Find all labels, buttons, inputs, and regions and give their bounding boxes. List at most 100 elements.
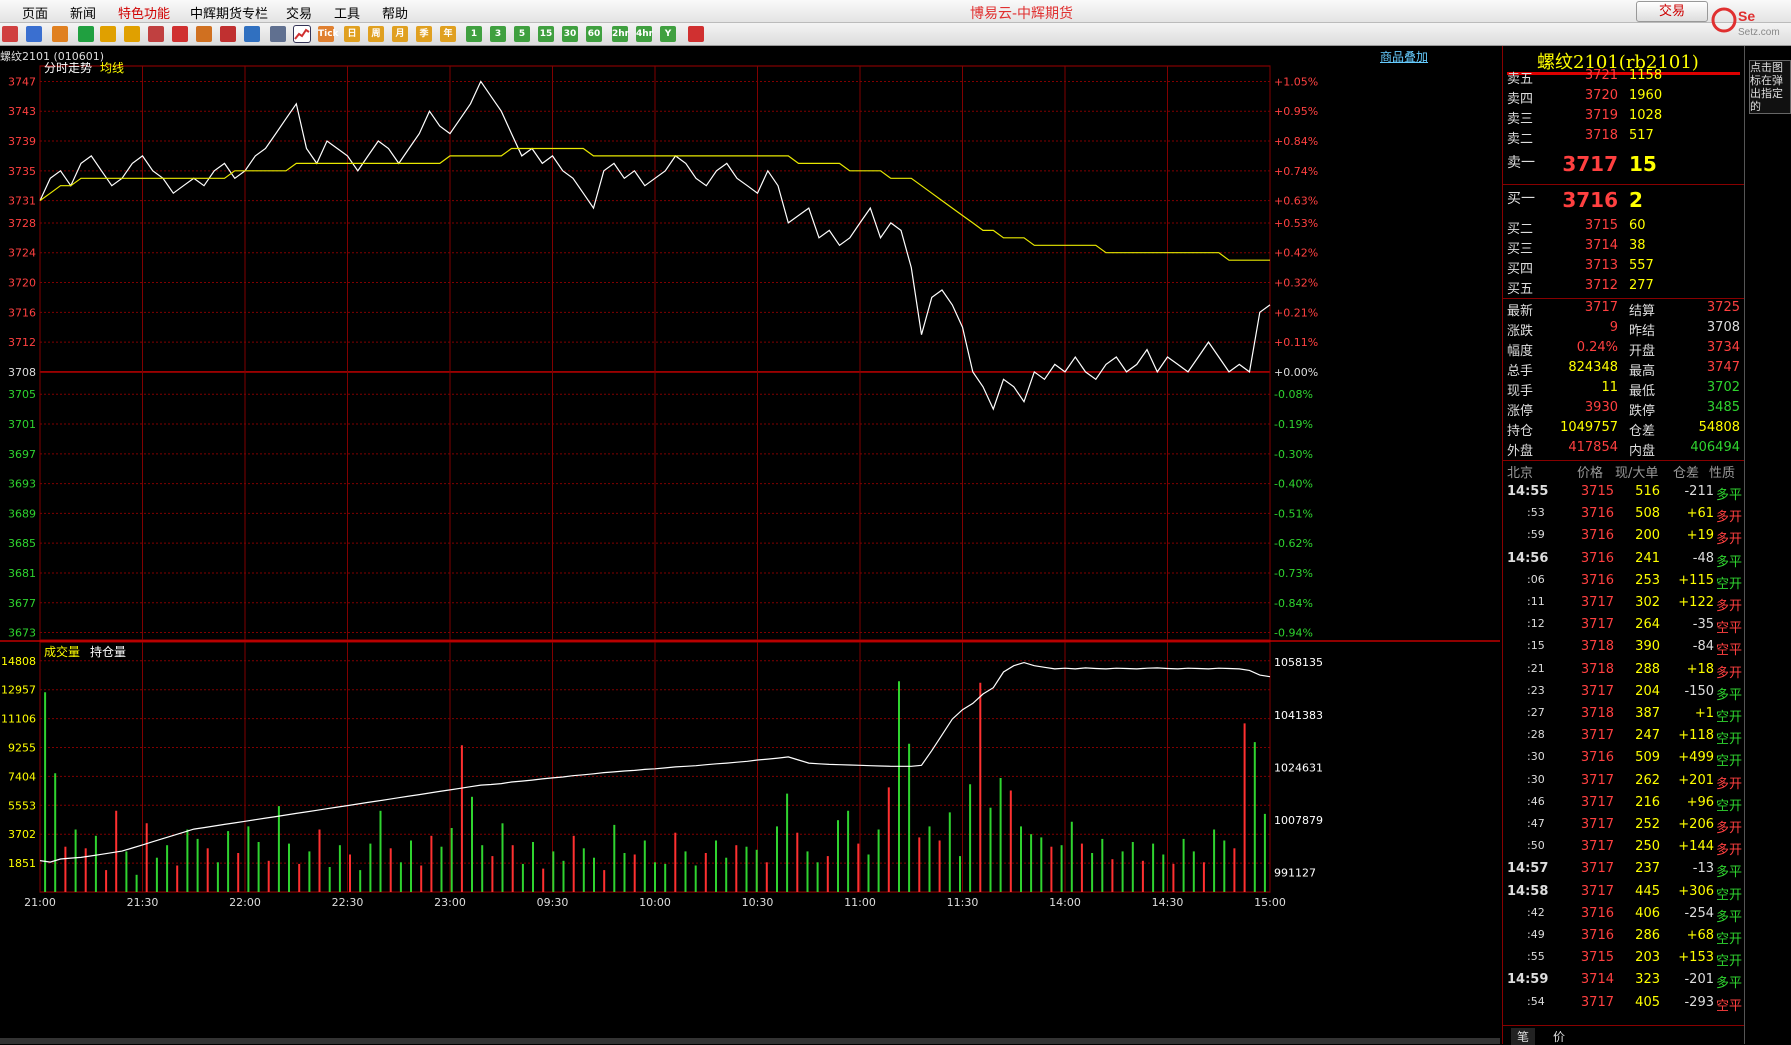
week-icon[interactable]: 周 bbox=[368, 26, 384, 42]
tick-row[interactable]: :23 3717 204 -150 多平 bbox=[1503, 684, 1744, 706]
tick-row[interactable]: :55 3715 203 +153 空开 bbox=[1503, 950, 1744, 972]
tick-oi-change: +19 bbox=[1686, 528, 1714, 544]
custom-period-icon[interactable]: Y bbox=[660, 26, 676, 42]
tick-row[interactable]: :46 3717 216 +96 空开 bbox=[1503, 795, 1744, 817]
sidebar-tip[interactable]: 点击图标在弹出指定的 bbox=[1749, 60, 1791, 114]
ask-row-4[interactable]: 卖四 3720 1960 bbox=[1503, 88, 1744, 108]
tick-volume: 250 bbox=[1635, 839, 1660, 855]
tick-row[interactable]: :15 3718 390 -84 空平 bbox=[1503, 639, 1744, 661]
menu-item-3[interactable]: 中辉期货专栏 bbox=[190, 3, 268, 22]
tick-row[interactable]: :54 3717 405 -293 空平 bbox=[1503, 995, 1744, 1017]
tick-row[interactable]: :47 3717 252 +206 多开 bbox=[1503, 817, 1744, 839]
intraday-chart[interactable]: 3747 +1.05% 3743 +0.95% 3739 +0.84% 3735 +0.74%… bbox=[0, 62, 1500, 1038]
price-tick-label: 3712 bbox=[8, 336, 36, 349]
tick-row[interactable]: :49 3716 286 +68 空开 bbox=[1503, 928, 1744, 950]
calendar-icon[interactable] bbox=[688, 26, 704, 42]
tick-row[interactable]: :12 3717 264 -35 空平 bbox=[1503, 617, 1744, 639]
ask-row-1[interactable]: 卖一 3717 15 bbox=[1503, 152, 1744, 176]
4hr-icon[interactable]: 4hr bbox=[636, 26, 653, 42]
bid-row-3[interactable]: 买三 3714 38 bbox=[1503, 238, 1744, 258]
tick-volume: 288 bbox=[1635, 661, 1660, 677]
tick-row[interactable]: :06 3716 253 +115 空开 bbox=[1503, 573, 1744, 595]
30min-icon[interactable]: 30 bbox=[562, 26, 578, 42]
60min-icon[interactable]: 60 bbox=[586, 26, 602, 42]
zoom-out-icon[interactable] bbox=[124, 26, 140, 42]
day-icon[interactable]: 日 bbox=[344, 26, 360, 42]
tick-row[interactable]: :30 3717 262 +201 多开 bbox=[1503, 773, 1744, 795]
month-icon[interactable]: 月 bbox=[392, 26, 408, 42]
home-icon[interactable] bbox=[2, 26, 18, 42]
tick-row[interactable]: :28 3717 247 +118 空开 bbox=[1503, 728, 1744, 750]
tick-tab-1[interactable]: 价 bbox=[1547, 1028, 1571, 1045]
tick-nature: 多开 bbox=[1715, 665, 1742, 681]
ask-row-5[interactable]: 卖五 3721 1158 bbox=[1503, 68, 1744, 88]
tick-row[interactable]: :11 3717 302 +122 多开 bbox=[1503, 595, 1744, 617]
tick-row[interactable]: :50 3717 250 +144 多开 bbox=[1503, 839, 1744, 861]
15min-icon[interactable]: 15 bbox=[538, 26, 554, 42]
time-tick-label: 23:00 bbox=[434, 896, 466, 909]
pct-tick-label: -0.40% bbox=[1274, 478, 1313, 491]
tick-oi-change: +153 bbox=[1678, 950, 1714, 966]
price-tick-label: 3743 bbox=[8, 105, 36, 118]
tick-row[interactable]: :30 3716 509 +499 空开 bbox=[1503, 750, 1744, 772]
menu-item-2[interactable]: 特色功能 bbox=[118, 3, 170, 22]
news-icon[interactable] bbox=[52, 26, 68, 42]
1min-icon[interactable]: 1 bbox=[466, 26, 482, 42]
pct-tick-label: -0.94% bbox=[1274, 627, 1313, 640]
tick-row[interactable]: :59 3716 200 +19 多开 bbox=[1503, 528, 1744, 550]
filter-icon[interactable] bbox=[220, 26, 236, 42]
tick-tab-0[interactable]: 笔 bbox=[1511, 1028, 1536, 1045]
tick-volume: 387 bbox=[1635, 706, 1660, 721]
menu-item-6[interactable]: 帮助 bbox=[382, 3, 408, 22]
stat-value: 0.24% bbox=[1576, 340, 1618, 355]
3min-icon[interactable]: 3 bbox=[490, 26, 506, 42]
2hr-icon[interactable]: 2hr bbox=[612, 26, 629, 42]
tick-icon[interactable]: Tick bbox=[318, 26, 339, 42]
bid-row-1[interactable]: 买一 3716 2 bbox=[1503, 188, 1744, 212]
stat-row: 涨停 3930 跌停 3485 bbox=[1503, 400, 1744, 420]
price-panel-title: 分时走势 bbox=[44, 62, 92, 75]
ask-row-3[interactable]: 卖三 3719 1028 bbox=[1503, 108, 1744, 128]
tick-nature: 空开 bbox=[1715, 798, 1742, 814]
tick-row[interactable]: 14:55 3715 516 -211 多平 bbox=[1503, 484, 1744, 506]
intraday-icon[interactable] bbox=[293, 25, 311, 43]
tick-row[interactable]: 14:59 3714 323 -201 多平 bbox=[1503, 972, 1744, 994]
tick-row[interactable]: :53 3716 508 +61 多开 bbox=[1503, 506, 1744, 528]
menu-item-1[interactable]: 新闻 bbox=[70, 3, 96, 22]
5min-icon[interactable]: 5 bbox=[514, 26, 530, 42]
svg-text:Se: Se bbox=[1738, 8, 1755, 24]
tick-row[interactable]: :21 3718 288 +18 多开 bbox=[1503, 662, 1744, 684]
tick-oi-change: +96 bbox=[1686, 794, 1714, 810]
price-tick-label: 3705 bbox=[8, 388, 36, 401]
tick-row[interactable]: :42 3716 406 -254 多平 bbox=[1503, 906, 1744, 928]
time-tick-label: 22:30 bbox=[332, 896, 364, 909]
price-tick-label: 3689 bbox=[8, 507, 36, 520]
trade-button[interactable]: 交易 bbox=[1636, 1, 1708, 22]
stat-value: 417854 bbox=[1568, 440, 1618, 455]
pen-icon[interactable] bbox=[172, 26, 188, 42]
draw-icon[interactable] bbox=[196, 26, 212, 42]
tick-row[interactable]: 14:57 3717 237 -13 多平 bbox=[1503, 861, 1744, 883]
tick-row[interactable]: 14:58 3717 445 +306 空开 bbox=[1503, 884, 1744, 906]
grid-icon[interactable] bbox=[26, 26, 42, 42]
tick-row[interactable]: :27 3718 387 +1 空开 bbox=[1503, 706, 1744, 728]
quarter-icon[interactable]: 季 bbox=[416, 26, 432, 42]
menu-item-5[interactable]: 工具 bbox=[334, 3, 360, 22]
bid-row-4[interactable]: 买四 3713 557 bbox=[1503, 258, 1744, 278]
menu-item-4[interactable]: 交易 bbox=[286, 3, 312, 22]
year-icon[interactable]: 年 bbox=[440, 26, 456, 42]
ask-row-2[interactable]: 卖二 3718 517 bbox=[1503, 128, 1744, 148]
stock-icon[interactable] bbox=[244, 26, 260, 42]
bid-row-2[interactable]: 买二 3715 60 bbox=[1503, 218, 1744, 238]
tick-row[interactable]: 14:56 3716 241 -48 多平 bbox=[1503, 551, 1744, 573]
table-icon[interactable] bbox=[270, 26, 286, 42]
menu-item-0[interactable]: 页面 bbox=[22, 3, 48, 22]
zoom-in-icon[interactable] bbox=[100, 26, 116, 42]
pct-tick-label: +0.42% bbox=[1274, 247, 1318, 260]
tick-price: 3717 bbox=[1580, 772, 1614, 788]
window-icon[interactable] bbox=[148, 26, 164, 42]
bid-row-5[interactable]: 买五 3712 277 bbox=[1503, 278, 1744, 298]
day-icon-label: 日 bbox=[347, 29, 357, 39]
refresh-icon[interactable] bbox=[78, 26, 94, 42]
stat-label: 外盘 bbox=[1507, 444, 1534, 459]
